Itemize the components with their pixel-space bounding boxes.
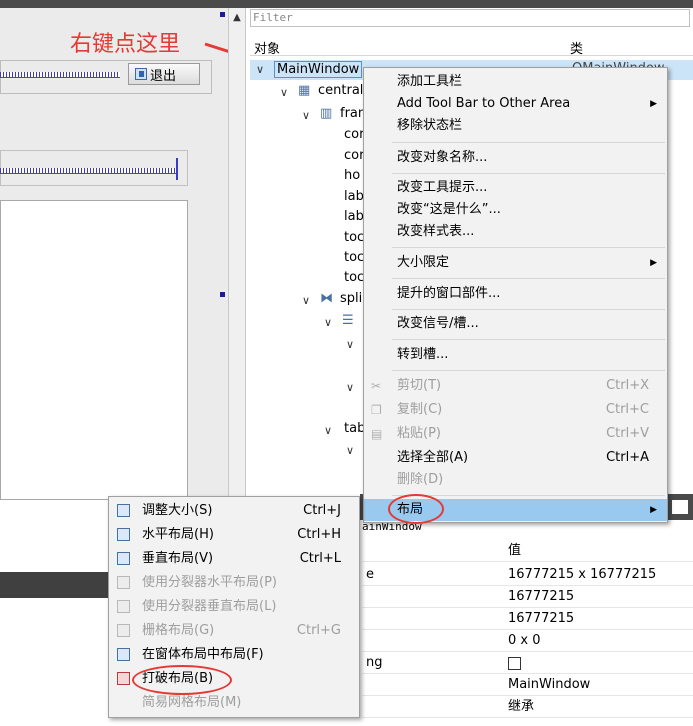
menu-item-add-toolbar-other-area[interactable]: Add Tool Bar to Other Area ▶ (364, 93, 667, 115)
menu-item-form-layout[interactable]: 在窗体布局中布局(F) (109, 644, 359, 666)
menu-item-go-to-slot[interactable]: 转到槽... (364, 344, 667, 366)
highlight-circle-break-layout (132, 665, 232, 695)
context-menu: 添加工具栏 Add Tool Bar to Other Area ▶ 移除状态栏 … (363, 67, 668, 523)
header-object[interactable]: 对象 (254, 38, 280, 57)
menu-item-change-signals-slots[interactable]: 改变信号/槽... (364, 313, 667, 335)
chevron-down-icon[interactable]: ∨ (346, 338, 354, 351)
menu-item-change-tooltip[interactable]: 改变工具提示... (364, 177, 667, 199)
tree-item[interactable]: toc (344, 270, 364, 285)
menu-item-splitter-vertical[interactable]: 使用分裂器垂直布局(L) (109, 596, 359, 618)
grid-layout-icon (117, 624, 130, 637)
splitter-vertical-icon (117, 600, 130, 613)
menu-item-paste[interactable]: ▤ 粘贴(P) Ctrl+V (364, 423, 667, 445)
menu-item-grid-layout[interactable]: 栅格布局(G) Ctrl+G (109, 620, 359, 642)
menu-item-add-toolbar[interactable]: 添加工具栏 (364, 71, 667, 93)
property-value[interactable]: 16777215 (508, 608, 574, 630)
property-value[interactable]: 16777215 (508, 586, 574, 608)
form-layout-icon (117, 648, 130, 661)
menu-separator (392, 370, 665, 371)
menu-item-change-whats-this[interactable]: 改变“这是什么”... (364, 199, 667, 221)
copy-icon: ❐ (371, 403, 382, 417)
adjust-size-icon (117, 504, 130, 517)
tree-item[interactable]: ho (344, 168, 360, 183)
chevron-down-icon[interactable]: ∨ (346, 444, 354, 457)
frame-icon: ▥ (320, 106, 333, 121)
property-value[interactable]: 继承 (508, 696, 534, 718)
submenu-arrow-icon: ▶ (650, 258, 657, 268)
filter-input[interactable]: Filter (250, 9, 690, 27)
menu-separator (392, 339, 665, 340)
property-value[interactable]: 0 x 0 (508, 630, 541, 652)
menu-separator (392, 278, 665, 279)
tree-item[interactable]: toc (344, 250, 364, 265)
chevron-down-icon[interactable]: ∨ (302, 294, 310, 307)
property-checkbox[interactable] (508, 657, 521, 670)
splitter-icon: ⧓ (320, 291, 333, 306)
grid-icon: ▦ (298, 83, 311, 98)
menu-item-promoted-widgets[interactable]: 提升的窗口部件... (364, 283, 667, 305)
tree-item[interactable]: cor (344, 127, 364, 142)
paste-icon: ▤ (371, 427, 383, 441)
list-icon: ☰ (342, 313, 354, 328)
chevron-down-icon[interactable]: ∨ (256, 63, 264, 76)
property-value[interactable]: MainWindow (508, 674, 590, 696)
tree-item[interactable]: toc (344, 230, 364, 245)
tree-item[interactable]: lab (344, 189, 364, 204)
tree-item[interactable]: lab (344, 209, 364, 224)
chevron-down-icon[interactable]: ∨ (280, 86, 288, 99)
break-layout-icon (117, 672, 130, 685)
vertical-layout-icon (117, 552, 130, 565)
menu-item-change-stylesheet[interactable]: 改变样式表... (364, 221, 667, 243)
menu-separator (392, 247, 665, 248)
scroll-up-icon[interactable]: ▲ (230, 10, 244, 24)
menu-item-size-constraints[interactable]: 大小限定 ▶ (364, 252, 667, 274)
chevron-down-icon[interactable]: ∨ (346, 381, 354, 394)
menu-separator (392, 142, 665, 143)
tree-item-splitter[interactable]: spli (340, 291, 362, 306)
menu-item-change-object-name[interactable]: 改变对象名称... (364, 147, 667, 169)
submenu-arrow-icon: ▶ (650, 505, 657, 515)
menu-item-remove-statusbar[interactable]: 移除状态栏 (364, 115, 667, 137)
menu-separator (392, 173, 665, 174)
menu-item-horizontal-layout[interactable]: 水平布局(H) Ctrl+H (109, 524, 359, 546)
tree-item[interactable]: cor (344, 148, 364, 163)
property-name: e (366, 567, 374, 582)
qt-designer-window: 退出 右键点这里 ▲ Filter 对象 类 ∨ MainWindow QMai… (0, 0, 693, 726)
property-header-value[interactable]: 值 (508, 540, 521, 562)
menu-item-delete[interactable]: 删除(D) (364, 469, 667, 491)
highlight-circle-layout (388, 494, 444, 524)
menu-item-select-all[interactable]: 选择全部(A) Ctrl+A (364, 447, 667, 469)
tree-item-mainwindow[interactable]: MainWindow (274, 61, 363, 78)
chevron-down-icon[interactable]: ∨ (324, 316, 332, 329)
close-icon[interactable] (672, 500, 688, 514)
menu-item-vertical-layout[interactable]: 垂直布局(V) Ctrl+L (109, 548, 359, 570)
menu-item-simplify-grid[interactable]: 简易网格布局(M) (109, 692, 359, 714)
panel-splitter[interactable] (228, 8, 246, 534)
submenu-arrow-icon: ▶ (650, 99, 657, 109)
horizontal-layout-icon (117, 528, 130, 541)
inspector-header (250, 36, 693, 56)
header-class[interactable]: 类 (570, 38, 583, 57)
menu-separator (392, 309, 665, 310)
splitter-horizontal-icon (117, 576, 130, 589)
menu-separator (392, 495, 665, 496)
chevron-down-icon[interactable]: ∨ (324, 424, 332, 437)
property-name: ng (366, 655, 383, 670)
chevron-down-icon[interactable]: ∨ (302, 109, 310, 122)
scissors-icon: ✂ (371, 379, 382, 393)
menu-item-splitter-horizontal[interactable]: 使用分裂器水平布局(P) (109, 572, 359, 594)
menu-item-adjust-size[interactable]: 调整大小(S) Ctrl+J (109, 500, 359, 522)
property-row[interactable] (362, 652, 693, 674)
menu-item-copy[interactable]: ❐ 复制(C) Ctrl+C (364, 399, 667, 421)
tree-item-central[interactable]: central (318, 83, 363, 98)
property-header-row (362, 540, 693, 562)
menu-item-cut[interactable]: ✂ 剪切(T) Ctrl+X (364, 375, 667, 397)
property-value[interactable]: 16777215 x 16777215 (508, 564, 656, 586)
